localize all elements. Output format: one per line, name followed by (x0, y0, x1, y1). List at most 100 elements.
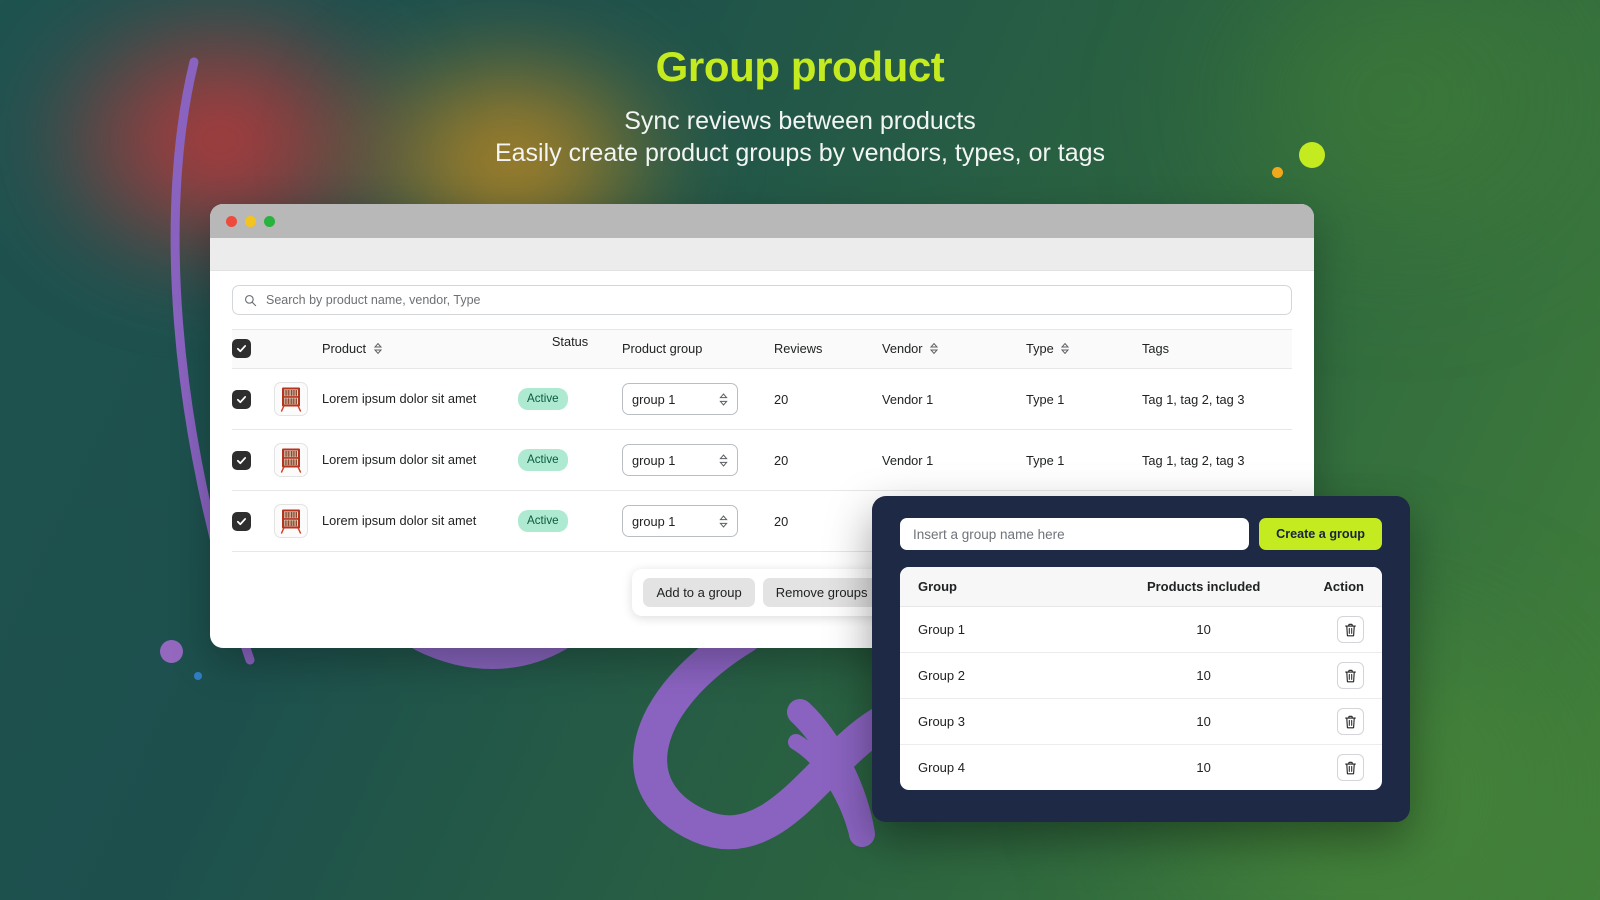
group-table-header-row: Group Products included Action (900, 567, 1382, 607)
action-column-header: Action (1295, 567, 1382, 607)
trash-icon (1345, 761, 1356, 774)
purple-squiggle-arrow (633, 619, 897, 850)
group-table-body: Group 1 10 Group 2 10 Group 3 10 Group 4… (900, 606, 1382, 791)
group-list-table: Group Products included Action Group 1 1… (900, 567, 1382, 790)
product-tags: Tag 1, tag 2, tag 3 (1142, 368, 1292, 430)
column-header-product-group: Product group (622, 329, 774, 369)
chevron-updown-icon (719, 514, 728, 528)
reviews-count: 20 (774, 429, 882, 491)
product-group-cell: group 1 (622, 368, 774, 430)
search-placeholder: Search by product name, vendor, Type (266, 293, 481, 307)
delete-group-button[interactable] (1337, 708, 1364, 735)
vendor-name: Vendor 1 (882, 429, 1026, 491)
hero-subtitle-line-1: Sync reviews between products (624, 107, 976, 136)
product-tags: Tag 1, tag 2, tag 3 (1142, 429, 1292, 491)
column-header-type[interactable]: Type (1026, 329, 1142, 369)
column-label-tags: Tags (1142, 341, 1170, 356)
maximize-window-icon[interactable] (264, 215, 275, 227)
purple-arrow-tail (787, 699, 875, 847)
group-list-table-wrapper: Group Products included Action Group 1 1… (900, 567, 1382, 790)
row-thumbnail-cell (274, 490, 322, 552)
trash-icon (1345, 715, 1356, 728)
trash-icon (1345, 623, 1356, 636)
group-products-count: 10 (1112, 606, 1296, 653)
product-type: Type 1 (1026, 429, 1142, 491)
remove-groups-button[interactable]: Remove groups (762, 578, 881, 607)
sort-icon (930, 343, 939, 354)
group-name: Group 2 (900, 652, 1113, 699)
group-column-header: Group (900, 567, 1113, 607)
product-name: Lorem ipsum dolor sit amet (322, 490, 518, 552)
browser-titlebar (210, 204, 1314, 238)
product-thumbnail (274, 504, 308, 538)
status-badge: Active (518, 510, 568, 532)
delete-group-button[interactable] (1337, 754, 1364, 781)
row-thumbnail-cell (274, 429, 322, 491)
column-label-status: Status (551, 334, 589, 349)
status-badge: Active (518, 449, 568, 471)
product-thumbnail (274, 382, 308, 416)
delete-group-button[interactable] (1337, 662, 1364, 689)
row-thumbnail-cell (274, 368, 322, 430)
product-name: Lorem ipsum dolor sit amet (322, 429, 518, 491)
row-checkbox[interactable] (232, 450, 251, 470)
check-icon (236, 456, 247, 464)
group-name: Group 3 (900, 698, 1113, 745)
check-icon (236, 517, 247, 525)
row-select-cell (232, 490, 274, 552)
group-name-input[interactable] (900, 518, 1250, 550)
group-name: Group 1 (900, 606, 1113, 653)
trash-icon (1345, 669, 1356, 682)
purple-arrow-barb (788, 734, 864, 838)
status-cell: Active (518, 490, 622, 552)
create-group-row: Create a group (900, 518, 1382, 550)
list-item: Group 1 10 (900, 606, 1382, 653)
delete-group-button[interactable] (1337, 616, 1364, 643)
purple-dot (160, 640, 183, 663)
row-select-cell (232, 429, 274, 491)
row-checkbox[interactable] (232, 389, 251, 409)
product-group-value: group 1 (632, 513, 676, 529)
blue-dot (194, 672, 202, 680)
bookshelf-icon (280, 448, 302, 473)
sort-icon (1061, 343, 1070, 354)
list-item: Group 3 10 (900, 698, 1382, 745)
product-group-cell: group 1 (622, 490, 774, 552)
hero-subtitle-line-2: Easily create product groups by vendors,… (494, 138, 1106, 167)
product-type: Type 1 (1026, 368, 1142, 430)
add-to-group-button[interactable]: Add to a group (643, 578, 755, 607)
page-background: Group product Sync reviews between produ… (0, 0, 1600, 900)
reviews-count: 20 (774, 490, 882, 552)
sort-icon (373, 343, 382, 354)
products-included-column-header: Products included (1112, 567, 1296, 607)
column-header-product[interactable]: Product (322, 329, 518, 369)
product-group-select[interactable]: group 1 (622, 383, 738, 415)
select-all-header (232, 329, 274, 369)
bookshelf-icon (280, 509, 302, 534)
row-select-cell (232, 368, 274, 430)
create-group-button[interactable]: Create a group (1259, 518, 1382, 550)
bulk-actions-pill: Add to a group Remove groups (632, 569, 892, 616)
group-products-count: 10 (1112, 698, 1296, 745)
search-input[interactable]: Search by product name, vendor, Type (232, 285, 1292, 315)
vendor-name: Vendor 1 (882, 368, 1026, 430)
column-header-status: Status (518, 329, 622, 369)
group-action-cell (1295, 606, 1382, 653)
hero-section: Group product Sync reviews between produ… (0, 43, 1600, 169)
column-label-product-group: Product group (622, 341, 703, 356)
product-group-value: group 1 (632, 391, 676, 407)
product-group-select[interactable]: group 1 (622, 444, 738, 476)
row-checkbox[interactable] (232, 511, 251, 531)
select-all-checkbox[interactable] (232, 339, 251, 358)
reviews-count: 20 (774, 368, 882, 430)
close-window-icon[interactable] (226, 215, 237, 227)
column-header-vendor[interactable]: Vendor (882, 329, 1026, 369)
group-action-cell (1295, 652, 1382, 699)
minimize-window-icon[interactable] (245, 215, 256, 227)
chevron-updown-icon (719, 453, 728, 467)
hero-subtitle: Sync reviews between products Easily cre… (0, 106, 1600, 169)
product-group-select[interactable]: group 1 (622, 505, 738, 537)
list-item: Group 4 10 (900, 745, 1382, 791)
page-title: Group product (655, 43, 945, 90)
thumbnail-header (274, 329, 322, 369)
